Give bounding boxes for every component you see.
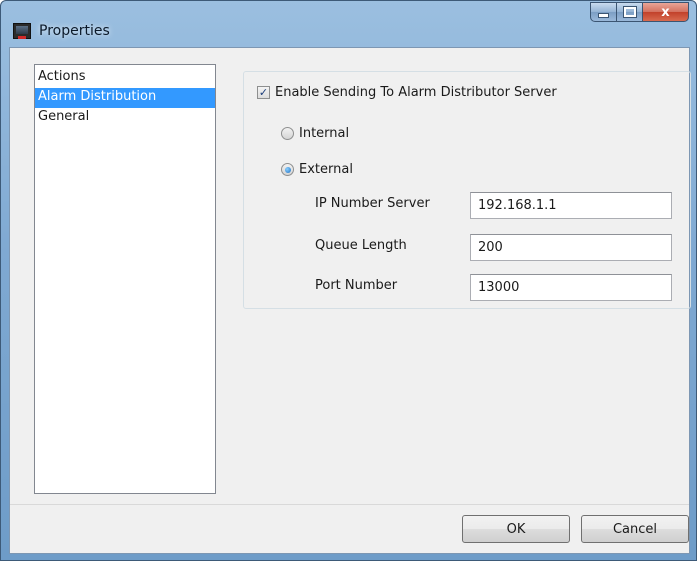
internal-radio[interactable] bbox=[281, 127, 294, 140]
enable-sending-row[interactable]: ✓ Enable Sending To Alarm Distributor Se… bbox=[257, 85, 557, 100]
port-number-label: Port Number bbox=[315, 278, 398, 293]
nav-item-alarm-distribution[interactable]: Alarm Distribution bbox=[35, 88, 215, 108]
external-label: External bbox=[299, 162, 353, 177]
nav-item-general[interactable]: General bbox=[35, 108, 215, 128]
window-title: Properties bbox=[39, 23, 110, 39]
maximize-button[interactable] bbox=[617, 2, 643, 22]
nav-item-actions[interactable]: Actions bbox=[35, 68, 215, 88]
ok-button[interactable]: OK bbox=[462, 515, 570, 543]
close-button[interactable]: x bbox=[643, 2, 689, 22]
alarm-distribution-panel: ✓ Enable Sending To Alarm Distributor Se… bbox=[243, 71, 691, 309]
minimize-button[interactable] bbox=[590, 2, 617, 22]
button-bar-divider bbox=[10, 504, 689, 505]
checkmark-icon: ✓ bbox=[258, 86, 269, 99]
ip-number-server-input[interactable]: 192.168.1.1 bbox=[470, 192, 672, 219]
cancel-button[interactable]: Cancel bbox=[581, 515, 689, 543]
maximize-icon bbox=[622, 6, 637, 18]
internal-label: Internal bbox=[299, 126, 350, 141]
minimize-icon bbox=[598, 13, 609, 18]
radio-selected-dot bbox=[284, 166, 291, 173]
enable-sending-checkbox[interactable]: ✓ bbox=[257, 86, 270, 99]
category-list: Actions Alarm Distribution General bbox=[34, 64, 216, 494]
dialog-client-area: Actions Alarm Distribution General ✓ Ena… bbox=[9, 47, 691, 554]
queue-length-input[interactable]: 200 bbox=[470, 234, 672, 261]
external-option[interactable]: External bbox=[281, 162, 353, 177]
caption-buttons: x bbox=[590, 2, 689, 22]
app-window-icon bbox=[13, 23, 31, 39]
ip-number-server-label: IP Number Server bbox=[315, 196, 430, 211]
enable-sending-label: Enable Sending To Alarm Distributor Serv… bbox=[275, 85, 557, 100]
queue-length-label: Queue Length bbox=[315, 238, 407, 253]
external-radio[interactable] bbox=[281, 163, 294, 176]
port-number-input[interactable]: 13000 bbox=[470, 274, 672, 301]
internal-option[interactable]: Internal bbox=[281, 126, 349, 141]
title-bar[interactable]: Properties x bbox=[1, 1, 696, 47]
properties-window: Properties x Actions Alarm Distribution … bbox=[0, 0, 697, 561]
close-icon: x bbox=[661, 4, 670, 20]
